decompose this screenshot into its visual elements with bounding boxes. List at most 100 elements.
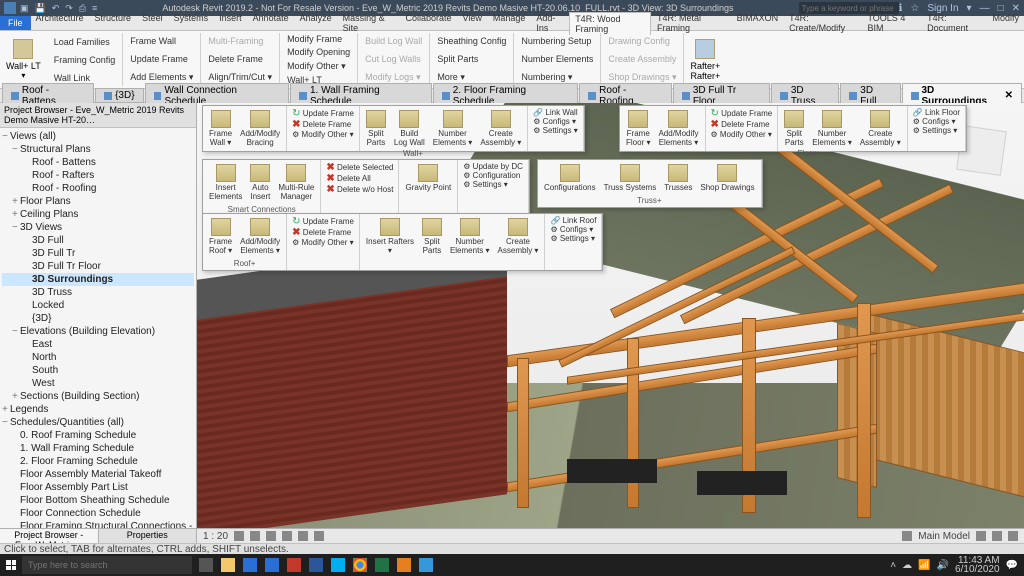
panel-btn-frame-roof-[interactable]: FrameRoof ▾ xyxy=(206,216,235,257)
select-links-icon[interactable] xyxy=(976,531,986,541)
tree-node-north[interactable]: North xyxy=(2,351,194,364)
tree-node--3d-[interactable]: {3D} xyxy=(2,312,194,325)
panel-btn-create-assembly-[interactable]: CreateAssembly ▾ xyxy=(857,108,904,149)
tree-node-3d-full-tr[interactable]: 3D Full Tr xyxy=(2,247,194,260)
browser-tab[interactable]: Project Browser - Eve_W_Metric… xyxy=(0,529,99,543)
shadows-icon[interactable] xyxy=(282,531,292,541)
menu-tab-steel[interactable]: Steel xyxy=(137,12,168,35)
menu-tab-view[interactable]: View xyxy=(458,12,487,35)
ribbon-modify-opening[interactable]: Modify Opening xyxy=(284,46,353,58)
panel-item-update-frame[interactable]: ↻ Update Frame xyxy=(290,108,356,119)
tree-node-3d-surroundings[interactable]: 3D Surroundings xyxy=(2,273,194,286)
tree-node-floor-bottom-sheathing-schedule[interactable]: Floor Bottom Sheathing Schedule xyxy=(2,494,194,507)
panel-btn-number-elements-[interactable]: NumberElements ▾ xyxy=(430,108,476,149)
panel-btn-create-assembly-[interactable]: CreateAssembly ▾ xyxy=(477,108,524,149)
ribbon-load-families[interactable]: Load Families xyxy=(51,36,113,48)
panel-item-delete-selected[interactable]: ✖ Delete Selected xyxy=(324,162,395,173)
app-blue-icon[interactable] xyxy=(416,556,436,574)
app-orange-icon[interactable] xyxy=(394,556,414,574)
panel-btn-number-elements-[interactable]: NumberElements ▾ xyxy=(447,216,493,257)
tree-node-roof-roofing[interactable]: Roof - Roofing xyxy=(2,182,194,195)
panel-btn-add-modify-elements-[interactable]: Add/ModifyElements ▾ xyxy=(237,216,283,257)
panel-btn-insert-elements[interactable]: InsertElements xyxy=(206,162,245,203)
panel-item-link-wall[interactable]: 🔗 Link Wall xyxy=(531,108,580,117)
panel-btn-frame-floor-[interactable]: FrameFloor ▾ xyxy=(623,108,653,149)
panel-btn-multi-rule-manager[interactable]: Multi-RuleManager xyxy=(275,162,317,203)
menu-tab-t4r-create-modify[interactable]: T4R: Create/Modify xyxy=(784,12,861,35)
panel-btn-add-modify-bracing[interactable]: Add/ModifyBracing xyxy=(237,108,283,149)
ribbon-multi-framing[interactable]: Multi-Framing xyxy=(205,35,266,47)
explorer-icon[interactable] xyxy=(218,556,238,574)
panel-item-update-frame[interactable]: ↻ Update Frame xyxy=(709,108,775,119)
tree-node-west[interactable]: West xyxy=(2,377,194,390)
ribbon-update-frame[interactable]: Update Frame xyxy=(127,53,191,65)
panel-btn-insert-rafters-[interactable]: Insert Rafters▾ xyxy=(363,216,417,257)
panel-item-delete-frame[interactable]: ✖ Delete Frame xyxy=(709,119,775,130)
ribbon-split-parts[interactable]: Split Parts xyxy=(434,53,481,65)
menu-tab-t4r-wood-framing[interactable]: T4R: Wood Framing xyxy=(569,12,651,35)
autocad-icon[interactable] xyxy=(284,556,304,574)
panel-item-update-frame[interactable]: ↻ Update Frame xyxy=(290,216,356,227)
ribbon-framing-config[interactable]: Framing Config xyxy=(51,54,119,66)
taskview-icon[interactable] xyxy=(196,556,216,574)
revit-app-icon-2[interactable] xyxy=(262,556,282,574)
panel-item-delete-w-o-host[interactable]: ✖ Delete w/o Host xyxy=(324,184,395,195)
panel-item-settings-[interactable]: ⚙ Settings ▾ xyxy=(548,234,598,243)
menu-tab-massing-site[interactable]: Massing & Site xyxy=(338,12,400,35)
tree-node-1-wall-framing-schedule[interactable]: 1. Wall Framing Schedule xyxy=(2,442,194,455)
panel-item-link-floor[interactable]: 🔗 Link Floor xyxy=(911,108,962,117)
ribbon-numbering-setup[interactable]: Numbering Setup xyxy=(518,35,594,47)
panel-btn-truss-systems[interactable]: Truss Systems xyxy=(601,162,660,194)
rafter-big-button[interactable]: Rafter+ Rafter+ xyxy=(684,33,726,86)
menu-tab-manage[interactable]: Manage xyxy=(488,12,531,35)
properties-tab[interactable]: Properties xyxy=(99,529,198,543)
tree-node-floor-assembly-material-takeoff[interactable]: Floor Assembly Material Takeoff xyxy=(2,468,194,481)
ribbon-modify-frame[interactable]: Modify Frame xyxy=(284,33,345,45)
panel-btn-shop-drawings[interactable]: Shop Drawings xyxy=(697,162,757,194)
tree-node-3d-views[interactable]: −3D Views xyxy=(2,221,194,234)
panel-item-link-roof[interactable]: 🔗 Link Roof xyxy=(548,216,598,225)
panel-btn-split-parts[interactable]: SplitParts xyxy=(781,108,807,149)
menu-tab-structure[interactable]: Structure xyxy=(90,12,137,35)
ribbon-frame-wall[interactable]: Frame Wall xyxy=(127,35,179,47)
chrome-icon[interactable] xyxy=(350,556,370,574)
tree-node-floor-plans[interactable]: +Floor Plans xyxy=(2,195,194,208)
panel-item-delete-frame[interactable]: ✖ Delete Frame xyxy=(290,119,356,130)
panel-item-configs-[interactable]: ⚙ Configs ▾ xyxy=(911,117,962,126)
menu-tab-modify[interactable]: Modify xyxy=(988,12,1024,35)
panel-item-configuration[interactable]: ⚙ Configuration xyxy=(461,171,525,180)
clock-date[interactable]: 6/10/2020 xyxy=(955,565,1000,574)
menu-tab-annotate[interactable]: Annotate xyxy=(248,12,294,35)
tree-node-0-roof-framing-schedule[interactable]: 0. Roof Framing Schedule xyxy=(2,429,194,442)
panel-item-modify-other-[interactable]: ⚙ Modify Other ▾ xyxy=(290,238,356,247)
crop-icon[interactable] xyxy=(298,531,308,541)
menu-tab-t4r-metal-framing[interactable]: T4R: Metal Framing xyxy=(652,12,731,35)
tree-node-3d-truss[interactable]: 3D Truss xyxy=(2,286,194,299)
panel-btn-split-parts[interactable]: SplitParts xyxy=(419,216,445,257)
select-pinned-icon[interactable] xyxy=(992,531,1002,541)
ribbon-number-elements[interactable]: Number Elements xyxy=(518,53,596,65)
tree-node-floor-assembly-part-list[interactable]: Floor Assembly Part List xyxy=(2,481,194,494)
visual-style-icon[interactable] xyxy=(250,531,260,541)
panel-item-settings-[interactable]: ⚙ Settings ▾ xyxy=(461,180,525,189)
qat-open-icon[interactable]: ▣ xyxy=(20,3,29,14)
tree-node-schedules-quantities-all-[interactable]: −Schedules/Quantities (all) xyxy=(2,416,194,429)
panel-btn-configurations[interactable]: Configurations xyxy=(541,162,599,194)
wall-lt-big-button[interactable]: Wall+ LT ▾ xyxy=(0,33,47,86)
tree-node-east[interactable]: East xyxy=(2,338,194,351)
close-tab-icon[interactable]: ✕ xyxy=(1005,90,1013,101)
panel-btn-create-assembly-[interactable]: CreateAssembly ▾ xyxy=(495,216,542,257)
tray-up-icon[interactable]: ˄ xyxy=(890,560,896,571)
panel-item-settings-[interactable]: ⚙ Settings ▾ xyxy=(911,126,962,135)
start-button[interactable] xyxy=(0,554,22,576)
tree-node-legends[interactable]: +Legends xyxy=(2,403,194,416)
panel-btn-frame-wall-[interactable]: FrameWall ▾ xyxy=(206,108,235,149)
tree-node-2-floor-framing-schedule[interactable]: 2. Floor Framing Schedule xyxy=(2,455,194,468)
file-menu[interactable]: File xyxy=(0,16,31,30)
menu-tab-analyze[interactable]: Analyze xyxy=(295,12,337,35)
tree-node-sections-building-section-[interactable]: +Sections (Building Section) xyxy=(2,390,194,403)
main-model-label[interactable]: Main Model xyxy=(918,531,970,542)
panel-btn-trusses[interactable]: Trusses xyxy=(661,162,695,194)
hide-icon[interactable] xyxy=(314,531,324,541)
revit-app-icon[interactable] xyxy=(240,556,260,574)
